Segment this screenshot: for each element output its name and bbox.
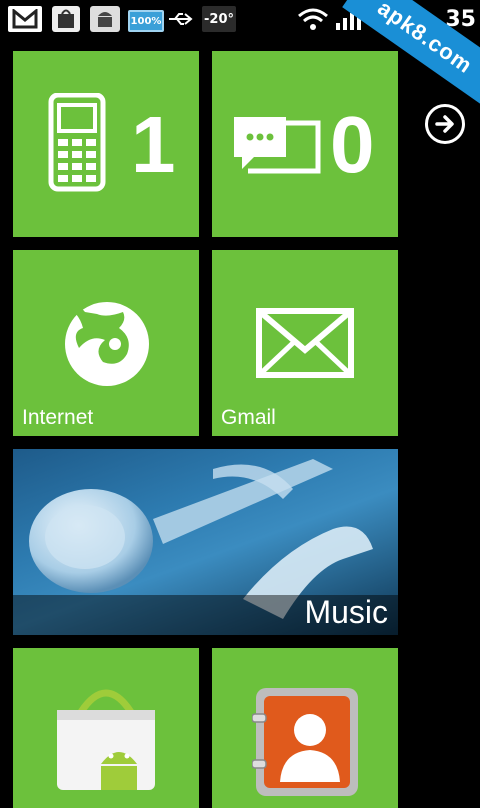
- gmail-tile[interactable]: Gmail: [212, 250, 398, 436]
- android-debug-icon: [90, 6, 120, 32]
- wifi-icon: [296, 6, 330, 32]
- envelope-icon: [256, 308, 354, 382]
- phone-icon: [47, 92, 107, 197]
- unread-messages-count: 0: [330, 100, 375, 189]
- gmail-notification-icon: [8, 6, 42, 32]
- internet-label: Internet: [22, 406, 94, 429]
- arrow-right-icon: [435, 115, 454, 133]
- market-notification-icon: [52, 6, 80, 32]
- music-tile[interactable]: Music: [13, 449, 398, 635]
- market-tile[interactable]: [13, 648, 199, 808]
- battery-percent-badge: 100%: [128, 10, 164, 32]
- messages-icon: [228, 113, 324, 181]
- gmail-label: Gmail: [221, 406, 276, 429]
- phone-tile[interactable]: 1: [13, 51, 199, 237]
- usb-icon: [166, 6, 196, 32]
- firefox-icon: [57, 298, 157, 390]
- arrow-right-button[interactable]: [425, 104, 465, 144]
- messages-tile[interactable]: 0: [212, 51, 398, 237]
- missed-calls-count: 1: [131, 100, 176, 189]
- android-market-icon: [51, 680, 161, 794]
- internet-tile[interactable]: Internet: [13, 250, 199, 436]
- temperature-badge: -20°: [202, 6, 236, 32]
- contacts-book-icon: [251, 686, 362, 800]
- music-label: Music: [304, 594, 388, 630]
- contacts-tile[interactable]: [212, 648, 398, 808]
